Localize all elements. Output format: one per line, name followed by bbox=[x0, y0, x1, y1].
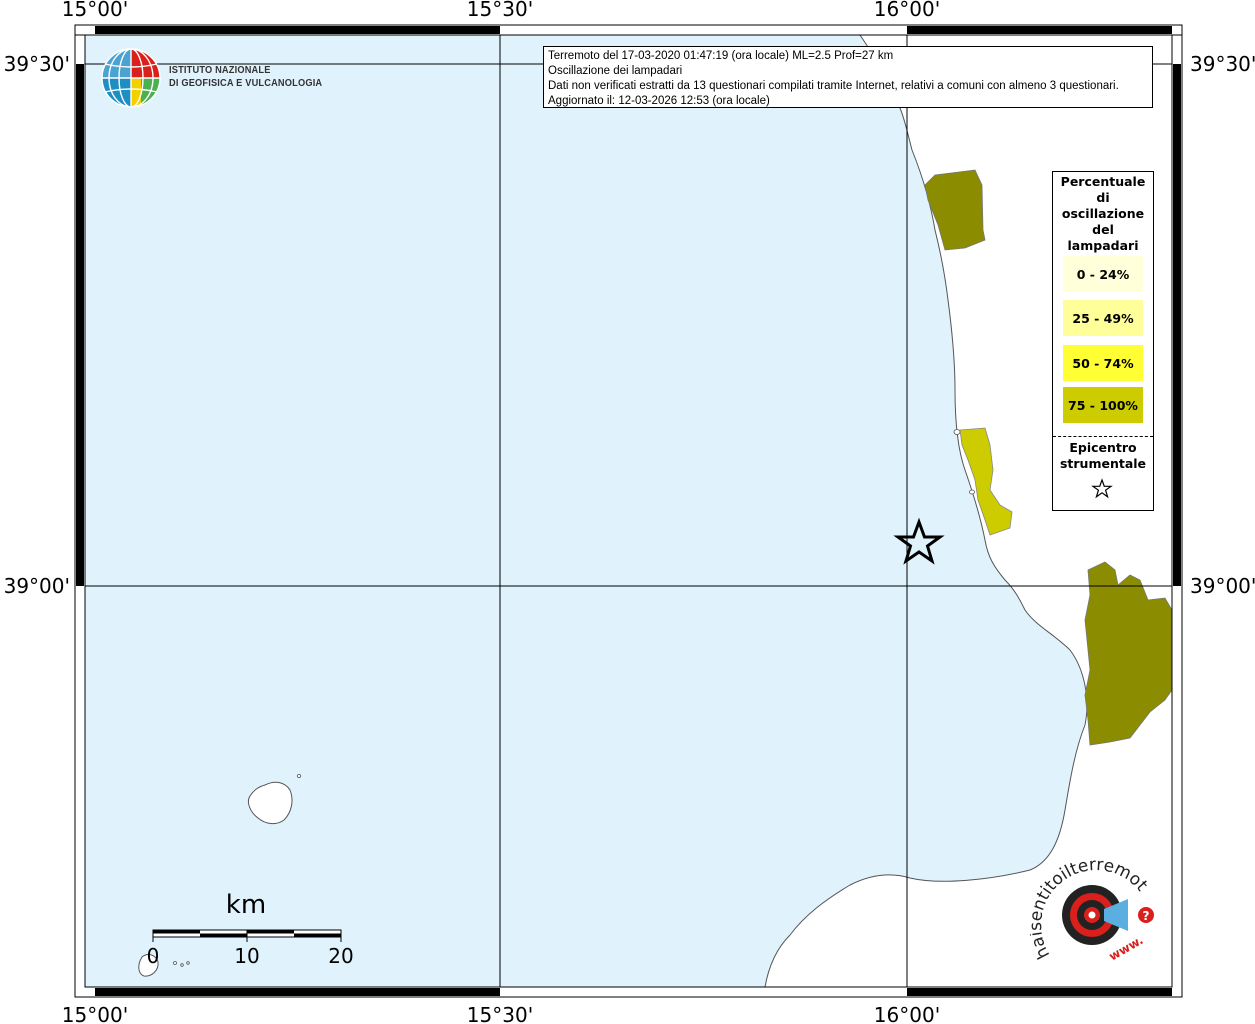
event-info-box: Terremoto del 17-03-2020 01:47:19 (ora l… bbox=[543, 46, 1153, 108]
lat-label-right-1: 39°30' bbox=[1190, 52, 1255, 76]
haisentitoilterremoto-logo: haisentitoilterremoto.it ? www. bbox=[1030, 855, 1154, 964]
legend-class-0-24: 0 - 24% bbox=[1063, 256, 1143, 292]
lat-label-left-2: 39°00' bbox=[4, 574, 70, 598]
islet bbox=[969, 489, 975, 495]
legend-title-line5: lampadari bbox=[1067, 238, 1139, 253]
legend: Percentuale di oscillazione del lampadar… bbox=[1052, 171, 1154, 511]
legend-title-line3: oscillazione bbox=[1061, 206, 1145, 221]
legend-title-line4: del bbox=[1092, 222, 1114, 237]
legend-epicentro-label: Epicentro strumentale bbox=[1053, 440, 1153, 472]
legend-class-75-100: 75 - 100% bbox=[1063, 387, 1143, 423]
scale-tick-10: 10 bbox=[234, 944, 259, 968]
ingv-logo-line2: DI GEOFISICA E VULCANOLOGIA bbox=[169, 77, 323, 89]
legend-class-50-74: 50 - 74% bbox=[1063, 345, 1143, 381]
lon-label-top-2: 15°30' bbox=[467, 0, 533, 21]
islet bbox=[296, 774, 301, 779]
islet bbox=[180, 963, 184, 967]
scale-tick-20: 20 bbox=[328, 944, 353, 968]
legend-separator bbox=[1053, 436, 1153, 437]
legend-title: Percentuale di oscillazione del lampadar… bbox=[1053, 174, 1153, 254]
lon-label-bottom-1: 15°00' bbox=[62, 1003, 128, 1024]
legend-epicentro-line2: strumentale bbox=[1059, 456, 1147, 471]
islet bbox=[186, 961, 190, 965]
event-info-line3: Dati non verificati estratti da 13 quest… bbox=[548, 80, 1119, 92]
hst-www: www. bbox=[1107, 933, 1146, 964]
ingv-logo-line1: ISTITUTO NAZIONALE bbox=[169, 64, 271, 76]
event-info-line4: Aggiornato il: 12-03-2026 12:53 (ora loc… bbox=[548, 95, 770, 107]
islet bbox=[953, 429, 961, 435]
legend-title-line2: di bbox=[1096, 190, 1110, 205]
event-info-line2: Oscillazione dei lampadari bbox=[548, 65, 683, 77]
lat-label-right-2: 39°00' bbox=[1190, 574, 1255, 598]
svg-text:?: ? bbox=[1143, 909, 1150, 923]
legend-epicentro-line1: Epicentro bbox=[1069, 440, 1137, 455]
scale-title: km bbox=[226, 890, 266, 920]
ingv-logo-text: ISTITUTO NAZIONALE DI GEOFISICA E VULCAN… bbox=[169, 64, 322, 90]
legend-title-line1: Percentuale bbox=[1060, 174, 1146, 189]
legend-star-icon bbox=[1091, 478, 1113, 499]
lon-label-top-3: 16°00' bbox=[874, 0, 940, 21]
event-info-line1: Terremoto del 17-03-2020 01:47:19 (ora l… bbox=[548, 50, 894, 62]
lon-label-bottom-2: 15°30' bbox=[467, 1003, 533, 1024]
islet bbox=[173, 961, 177, 965]
ingv-globe-logo bbox=[101, 48, 161, 108]
lon-label-bottom-3: 16°00' bbox=[874, 1003, 940, 1024]
scale-tick-0: 0 bbox=[147, 944, 160, 968]
legend-class-25-49: 25 - 49% bbox=[1063, 300, 1143, 336]
lat-label-left-1: 39°30' bbox=[4, 52, 70, 76]
lon-label-top-1: 15°00' bbox=[62, 0, 128, 21]
